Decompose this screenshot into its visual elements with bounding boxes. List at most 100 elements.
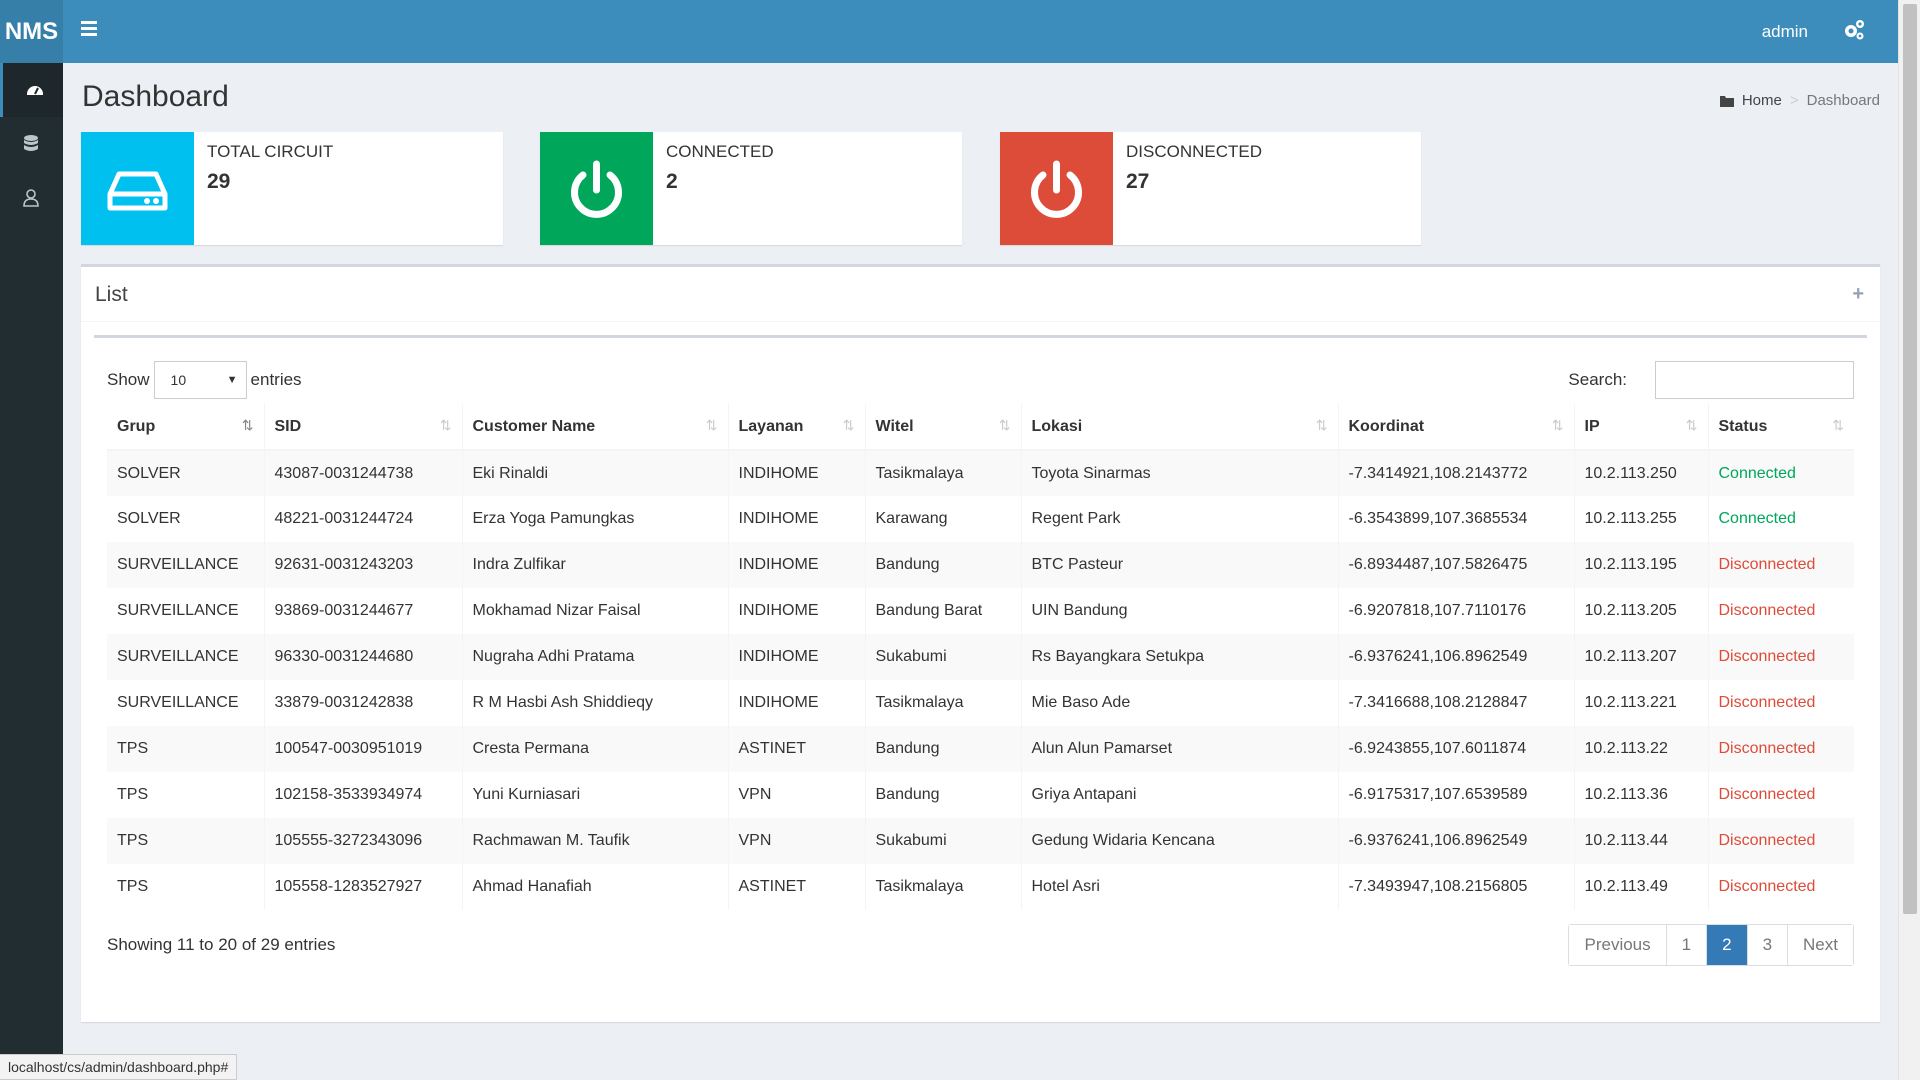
cell-status: Disconnected — [1718, 786, 1816, 803]
info-label: CONNECTED — [666, 142, 774, 161]
cell-sid: 93869-0031244677 — [264, 588, 463, 634]
cell-status: Disconnected — [1708, 726, 1854, 772]
cell-koordinat: -6.9207818,107.7110176 — [1338, 588, 1575, 634]
cell-layanan: ASTINET — [728, 726, 866, 772]
cell-customer-name: Rachmawan M. Taufik — [462, 818, 729, 864]
cell-witel: Tasikmalaya — [865, 864, 1022, 910]
pagination-page-2[interactable]: 2 — [1707, 925, 1748, 965]
pagination-page-1[interactable]: 1 — [1666, 925, 1708, 965]
cell-customer-name: Ahmad Hanafiah — [462, 864, 729, 910]
table-row[interactable]: SURVEILLANCE 92631-0031243203 Indra Zulfik… — [107, 542, 1854, 588]
sort-icon: ⇅ — [1315, 417, 1328, 433]
sidebar-item-user[interactable] — [0, 171, 63, 225]
column-header-lokasi[interactable]: Lokasi ⇅ — [1021, 404, 1339, 451]
info-box-total-circuit: TOTAL CIRCUIT 29 — [81, 132, 503, 245]
cell-layanan: INDIHOME — [728, 450, 866, 496]
column-header-status[interactable]: Status ⇅ — [1708, 404, 1854, 451]
cell-layanan: INDIHOME — [728, 680, 866, 726]
cell-layanan: INDIHOME — [728, 588, 866, 634]
cell-ip: 10.2.113.44 — [1574, 818, 1709, 864]
cell-sid: 43087-0031244738 — [264, 450, 463, 496]
page-length-control: Show 10 ▼ entries — [107, 361, 302, 399]
column-header-customer-name[interactable]: Customer Name ⇅ — [462, 404, 729, 451]
cell-status: Connected — [1718, 510, 1796, 527]
table-row[interactable]: TPS 105555-3272343096 Rachmawan M. Taufik V… — [107, 818, 1854, 864]
user-menu[interactable]: admin — [1762, 0, 1808, 63]
user-icon — [23, 189, 39, 207]
search-label: Search: — [1568, 370, 1627, 389]
cell-witel: Bandung — [865, 542, 1022, 588]
page-length-select[interactable]: 10 ▼ — [153, 361, 247, 399]
column-header-sid[interactable]: SID ⇅ — [264, 404, 463, 451]
list-box: List + Show 10 ▼ entries Search: Grup ⇅ S… — [81, 264, 1880, 1022]
cell-customer-name: Cresta Permana — [462, 726, 729, 772]
pagination-next[interactable]: Next — [1788, 925, 1853, 965]
column-header-koordinat[interactable]: Koordinat ⇅ — [1338, 404, 1575, 451]
column-header-witel[interactable]: Witel ⇅ — [865, 404, 1022, 451]
expand-plus-icon[interactable]: + — [1852, 283, 1864, 306]
sort-asc-icon: ⇅ — [241, 417, 254, 433]
cell-koordinat: -6.9243855,107.6011874 — [1338, 726, 1575, 772]
column-header-layanan[interactable]: Layanan ⇅ — [728, 404, 866, 451]
cell-koordinat: -7.3416688,108.2128847 — [1338, 680, 1575, 726]
table-row[interactable]: TPS 102158-3533934974 Yuni Kurniasari VPN Ba… — [107, 772, 1854, 818]
settings-cogs-icon[interactable] — [1842, 18, 1870, 46]
table-row[interactable]: SURVEILLANCE 33879-0031242838 R M Hasbi As… — [107, 680, 1854, 726]
cell-witel: Bandung Barat — [865, 588, 1022, 634]
cell-customer-name: Indra Zulfikar — [462, 542, 729, 588]
cell-witel: Sukabumi — [865, 634, 1022, 680]
breadcrumb-home[interactable]: Home — [1742, 92, 1782, 109]
sidebar-item-database[interactable] — [0, 117, 63, 171]
column-header-grup[interactable]: Grup ⇅ — [107, 404, 265, 451]
cell-witel: Bandung — [865, 772, 1022, 818]
cell-koordinat: -6.3543899,107.3685534 — [1338, 496, 1575, 542]
browser-status-url: localhost/cs/admin/dashboard.php# — [0, 1054, 238, 1080]
page-scrollbar[interactable] — [1898, 0, 1920, 1080]
cell-koordinat: -6.9376241,106.8962549 — [1338, 818, 1575, 864]
table-info: Showing 11 to 20 of 29 entries — [107, 935, 336, 954]
cell-koordinat: -7.3493947,108.2156805 — [1338, 864, 1575, 910]
table-row[interactable]: TPS 100547-0030951019 Cresta Permana ASTINE… — [107, 726, 1854, 772]
entries-label: entries — [250, 370, 302, 389]
cell-witel: Karawang — [865, 496, 1022, 542]
show-label: Show — [107, 370, 150, 389]
breadcrumb-current: Dashboard — [1806, 92, 1880, 109]
search-input[interactable] — [1655, 361, 1854, 399]
sort-icon: ⇅ — [842, 417, 855, 433]
info-value: 27 — [1126, 170, 1150, 193]
dashboard-icon — [27, 86, 43, 95]
cell-sid: 92631-0031243203 — [264, 542, 463, 588]
info-value: 29 — [207, 170, 231, 193]
cell-grup: TPS — [107, 726, 265, 772]
table-row[interactable]: SURVEILLANCE 93869-0031244677 Mokhamad Niz… — [107, 588, 1854, 634]
cell-layanan: INDIHOME — [728, 542, 866, 588]
info-label: DISCONNECTED — [1126, 142, 1263, 161]
cell-layanan: VPN — [728, 818, 866, 864]
cell-lokasi: Rs Bayangkara Setukpa — [1021, 634, 1339, 680]
cell-grup: SURVEILLANCE — [107, 680, 265, 726]
cell-lokasi: Toyota Sinarmas — [1021, 450, 1339, 496]
app-logo[interactable]: NMS — [0, 0, 63, 63]
table-row[interactable]: TPS 105558-1283527927 Ahmad Hanafiah ASTINE… — [107, 864, 1854, 910]
table-row[interactable]: SURVEILLANCE 96330-0031244680 Nugraha Adhi… — [107, 634, 1854, 680]
sort-icon: ⇅ — [1685, 417, 1698, 433]
cell-ip: 10.2.113.22 — [1574, 726, 1709, 772]
info-box-connected: CONNECTED 2 — [540, 132, 962, 245]
cell-ip: 10.2.113.207 — [1574, 634, 1709, 680]
column-header-ip[interactable]: IP ⇅ — [1574, 404, 1709, 451]
table-row[interactable]: SOLVER 43087-0031244738 Eki Rinaldi INDIHOM… — [107, 450, 1854, 496]
cell-grup: SURVEILLANCE — [107, 634, 265, 680]
folder-icon — [1719, 95, 1734, 107]
cell-layanan: INDIHOME — [728, 496, 866, 542]
sidebar-item-dashboard[interactable] — [0, 63, 63, 117]
table-row[interactable]: SOLVER 48221-0031244724 Erza Yoga Pamungka… — [107, 496, 1854, 542]
divider — [81, 321, 1880, 322]
pagination-page-3[interactable]: 3 — [1747, 925, 1789, 965]
cell-status: Disconnected — [1708, 818, 1854, 864]
scrollbar-thumb[interactable] — [1903, 4, 1917, 914]
hard-drive-icon — [81, 132, 194, 245]
pagination-previous[interactable]: Previous — [1569, 925, 1667, 965]
sort-icon: ⇅ — [439, 417, 452, 433]
cell-layanan: ASTINET — [728, 864, 866, 910]
menu-toggle-icon[interactable] — [76, 18, 102, 44]
